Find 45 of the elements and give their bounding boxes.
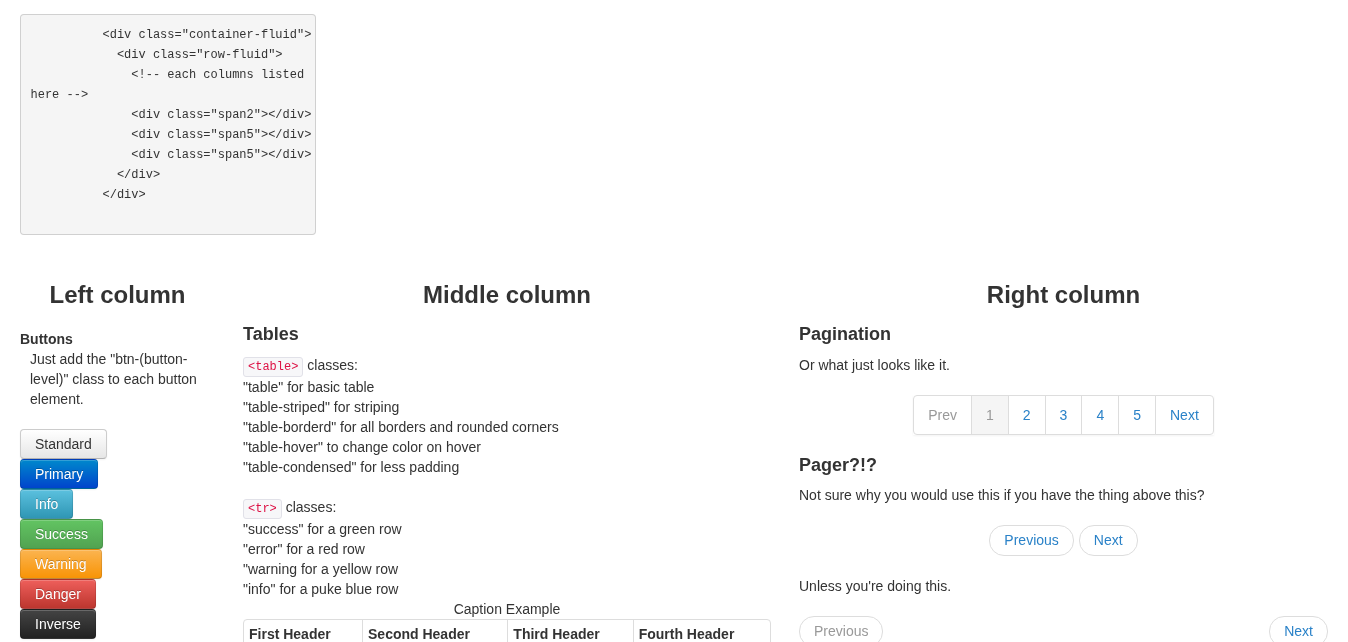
code-tag: <tr> xyxy=(243,499,282,519)
table-header-cell: Second Header xyxy=(362,620,508,642)
standard-button[interactable]: Standard xyxy=(20,429,107,459)
section-heading: Buttons xyxy=(20,330,74,349)
pagination-link[interactable]: 1 xyxy=(971,395,1009,435)
text-line: "table-borderd" for all borders and rounded corners xyxy=(243,418,560,437)
text-line: "error" for a red row xyxy=(243,540,366,559)
text-line: "table-hover" to change color on hover xyxy=(243,438,482,457)
description-text: Or what just looks like it. xyxy=(799,356,951,375)
code-block: <div class="container-fluid"> <div class="row-fluid"> <!-- each columns listed here --> <div class="span2"></div> <div class="span5"></div> <div class="span5"></div> </div> </div> xyxy=(20,14,316,235)
text-line: "success" for a green row xyxy=(243,520,403,539)
description-text: Just add the "btn-(button-level)" class to each button element. xyxy=(30,350,198,409)
text-line: "info" for a puke blue row xyxy=(243,580,400,599)
code-tag: <table> xyxy=(243,357,304,377)
danger-button[interactable]: Danger xyxy=(20,579,96,609)
pagination-link[interactable]: 2 xyxy=(1007,395,1046,435)
info-button[interactable]: Info xyxy=(20,489,74,519)
section-heading: Pager?!? xyxy=(799,455,878,475)
text-line: classes: xyxy=(307,357,358,373)
pager-button[interactable]: Next xyxy=(1269,616,1328,642)
table-caption: Caption Example xyxy=(452,600,562,619)
inverse-button[interactable]: Inverse xyxy=(20,609,96,639)
pagination-link[interactable]: Next xyxy=(1155,395,1214,435)
text-line: "warning for a yellow row xyxy=(243,560,400,579)
pager-button[interactable]: Previous xyxy=(989,525,1074,556)
pagination-link[interactable]: 3 xyxy=(1044,395,1083,435)
table-header-cell-text: First Header xyxy=(248,625,332,642)
table-header-cell: Third Header xyxy=(507,620,633,642)
text-line: "table-striped" for striping xyxy=(243,398,401,417)
text-line: "table-condensed" for less padding xyxy=(243,458,461,477)
pagination-link[interactable]: 5 xyxy=(1118,395,1156,435)
description-text: Not sure why you would use this if you have the thing above this? xyxy=(799,486,1206,505)
text-line: classes: xyxy=(285,499,337,515)
table-header-cell: Fourth Header xyxy=(632,620,770,642)
column-heading: Middle column xyxy=(422,280,592,310)
section-heading: Tables xyxy=(243,324,300,344)
pagination-link[interactable]: 4 xyxy=(1081,395,1120,435)
pager-button[interactable]: Next xyxy=(1078,525,1138,556)
section-heading: Pagination xyxy=(799,324,892,344)
primary-button[interactable]: Primary xyxy=(20,459,99,489)
text-line: "table" for basic table xyxy=(243,378,376,397)
column-heading: Right column xyxy=(985,280,1142,310)
description-text: Unless you're doing this. xyxy=(799,577,953,596)
success-button[interactable]: Success xyxy=(20,519,103,549)
column-heading: Left column xyxy=(48,280,187,310)
